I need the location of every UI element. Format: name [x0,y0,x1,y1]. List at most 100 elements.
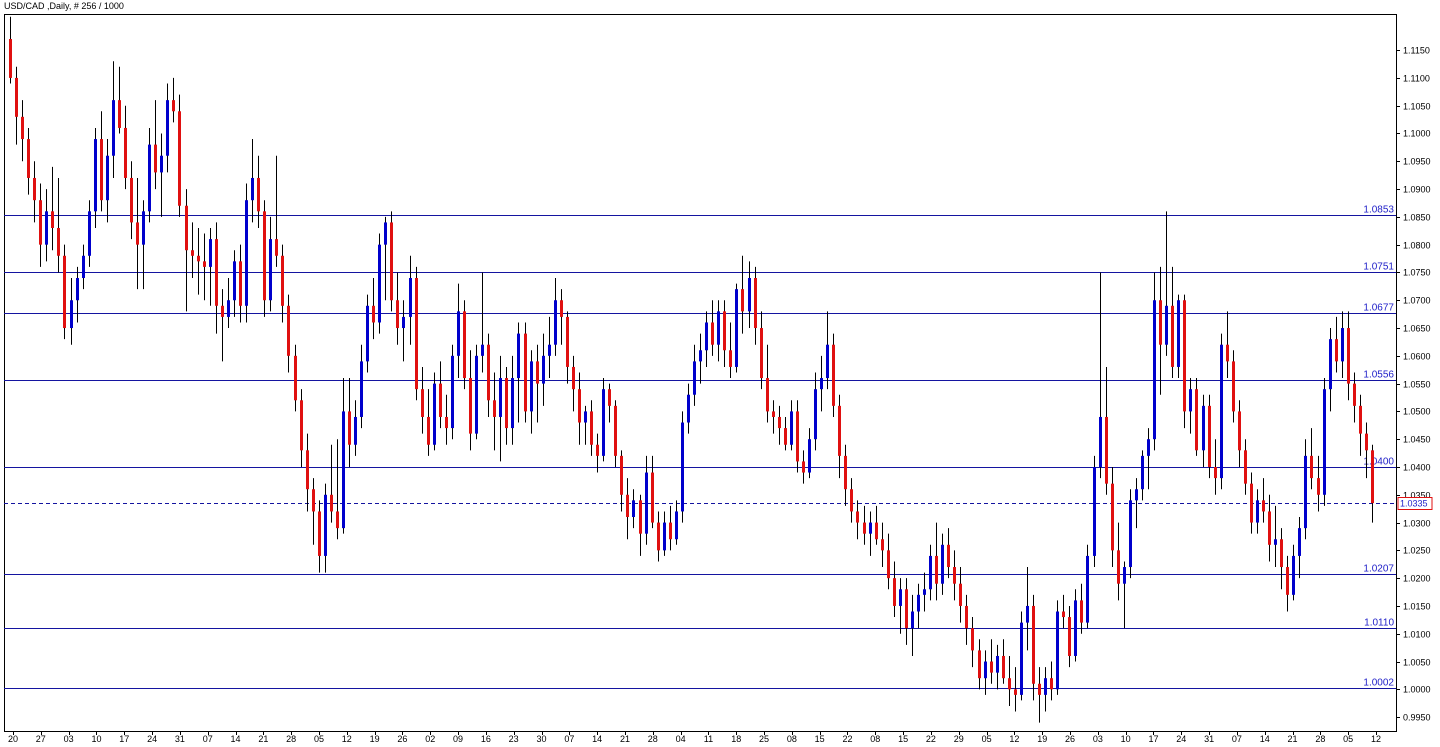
y-tick-label: 1.0700 [1403,296,1431,306]
candle-body-down [9,39,12,78]
candle-body-down [421,389,424,417]
level-label: 1.0400 [1363,457,1394,468]
candle-body-up [1123,567,1126,584]
y-tick-label: 1.0200 [1403,574,1431,584]
x-tick-label: 31 [175,734,185,744]
candle-body-down [1038,683,1041,695]
candle-body-down [191,250,194,256]
candle-body-down [21,116,24,140]
candle-body-up [1274,539,1277,545]
candle-body-up [76,278,79,301]
candle-body-down [487,344,490,401]
candle-body-down [863,522,866,534]
candle-body-down [118,100,121,128]
level-label: 1.0853 [1363,205,1394,216]
candle-body-up [499,378,502,417]
candle-body-down [844,455,847,490]
candle-body-up [917,594,920,612]
candle-body-down [1068,617,1071,656]
candle-body-down [239,261,242,306]
candle-body-up [554,300,557,345]
y-tick-label: 1.0250 [1403,546,1431,556]
y-tick-label: 1.1000 [1403,129,1431,139]
level-label: 1.0002 [1363,678,1394,689]
x-tick-label: 20 [8,734,18,744]
candle-body-down [330,494,333,512]
candle-body-down [27,139,30,178]
x-tick-label: 12 [1009,734,1019,744]
candle-body-down [1214,466,1217,479]
candle-body-up [451,355,454,429]
candle-body-down [620,455,623,495]
candle-body-up [1256,500,1259,523]
candle-body-down [856,511,859,523]
candle-body-up [342,411,345,529]
candle-body-up [705,322,708,351]
candle-body-down [178,111,181,206]
candle-body-down [990,661,993,673]
x-tick-label: 28 [648,734,658,744]
candle-body-down [1244,450,1247,484]
candle-body-up [233,261,236,301]
candle-body-down [15,77,18,117]
x-tick-label: 28 [1315,734,1325,744]
x-tick-label: 02 [425,734,435,744]
candle-body-up [530,361,533,412]
candle-body-down [1171,305,1174,367]
candle-body-up [384,222,387,245]
candle-body-down [469,378,472,434]
candle-body-up [1323,389,1326,495]
candle-body-up [808,439,811,473]
candle-body-down [614,405,617,456]
candle-body-down [1105,416,1108,484]
candle-body-up [748,278,751,312]
candle-body-up [1141,455,1144,490]
candle-body-down [893,578,896,606]
candle-body-down [524,333,527,412]
x-tick-label: 14 [1260,734,1270,744]
x-tick-label: 04 [676,734,686,744]
candle-body-down [1002,655,1005,679]
candle-body-down [1032,605,1035,684]
candle-body-down [51,211,54,228]
candle-body-up [94,139,97,212]
candle-body-up [112,100,115,156]
y-tick-label: 1.0850 [1403,213,1431,223]
candle-body-up [717,311,720,345]
candlestick-chart: 1.1150 1.1100 1.1050 1.1000 1.0950 1.0900 1.08… [4,14,1433,744]
candle-body-up [663,522,666,551]
x-tick-label: 07 [1232,734,1242,744]
candle-body-up [820,378,823,390]
candle-body-down [838,405,841,456]
candle-body-up [1086,555,1089,623]
candle-body-down [596,444,599,456]
y-tick-label: 1.0150 [1403,602,1431,612]
x-tick-label: 17 [119,734,129,744]
x-tick-label: 05 [314,734,324,744]
candle-body-down [1359,405,1362,434]
candle-body-up [475,355,478,434]
candle-body-up [409,278,412,317]
candle-body-up [687,394,690,423]
candle-body-down [754,278,757,329]
candle-body-up [1177,300,1180,367]
candle-body-down [318,511,321,556]
candle-body-down [306,450,309,490]
candle-body-down [294,355,297,401]
candle-body-down [1335,339,1338,362]
y-tick-label: 1.0650 [1403,324,1431,334]
candle-body-down [772,411,775,417]
candle-body-down [336,511,339,529]
candle-body-down [1111,483,1114,551]
candle-body-down [536,361,539,384]
x-tick-label: 11 [704,734,713,744]
candle-body-up [826,344,829,379]
candle-body-down [978,650,981,679]
candle-body-down [1183,300,1186,412]
x-tick-label: 26 [397,734,407,744]
candle-body-down [1353,383,1356,406]
candle-body-down [875,522,878,540]
x-tick-label: 22 [926,734,936,744]
candle-body-down [1280,539,1283,568]
x-tick-label: 10 [91,734,101,744]
